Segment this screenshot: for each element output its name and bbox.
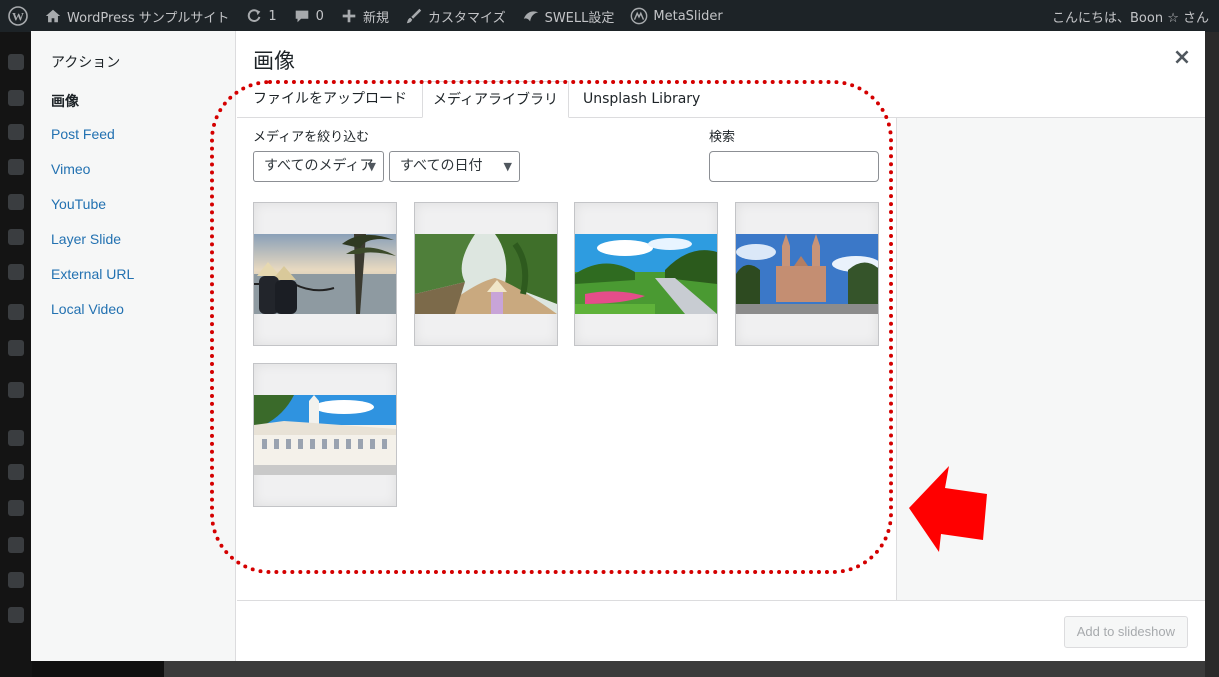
tab-unsplash-library[interactable]: Unsplash Library [573,81,710,118]
filter-label: メディアを絞り込む [253,130,370,145]
park-garden-image [575,234,717,314]
paintbrush-icon [8,464,24,480]
swell-swoosh-icon [523,11,538,22]
site-name-link[interactable]: WordPress サンプルサイト [36,0,237,32]
chevron-down-icon: ▼ [367,160,376,173]
paintbrush-icon [406,8,422,24]
media-icon [8,124,24,140]
cathedral-image [736,234,878,314]
menu-item-youtube[interactable]: YouTube [51,196,106,212]
swell-label: SWELL設定 [544,10,615,26]
pin-icon [8,430,24,446]
attachment-thumbnail[interactable] [414,202,558,346]
svg-text:W: W [12,10,24,24]
media-modal: アクション 画像 Post Feed Vimeo YouTube Layer S… [31,31,1205,661]
frame-title: 画像 [253,49,295,73]
sidebar-footer-behind [32,660,164,677]
admin-bar: W WordPress サンプルサイト 1 0 新規 カスタマイズ SWELL設… [0,0,1219,32]
menu-item-layer-slide[interactable]: Layer Slide [51,231,121,247]
red-arrow-icon [909,466,987,552]
customize-label: カスタマイズ [427,10,506,26]
search-input[interactable] [709,151,879,182]
attachments-browser: メディアを絞り込む すべてのメディア ▼ すべての日付 ▼ 検索 [237,118,896,600]
media-type-value: すべてのメディア [264,158,374,174]
menu-item-post-feed[interactable]: Post Feed [51,126,115,142]
wordpress-logo-icon[interactable]: W [0,0,36,32]
tab-upload-files[interactable]: ファイルをアップロード [243,81,417,118]
tab-media-library[interactable]: メディアライブラリ [422,81,570,118]
overlay-right-edge [1205,32,1219,677]
media-toolbar: Add to slideshow [237,600,1205,661]
metaslider-icon [631,7,648,25]
swoosh-icon [8,382,24,398]
comment-icon [295,10,308,23]
wrench-icon [8,537,24,553]
date-value: すべての日付 [400,158,483,174]
page-behind-overlay [164,660,1219,677]
updates-link[interactable]: 1 [237,0,284,32]
site-name: WordPress サンプルサイト [67,10,230,26]
dashboard-icon [8,54,24,70]
media-type-select[interactable]: すべてのメディア ▼ [253,151,384,182]
pages-icon [8,159,24,175]
attachment-thumbnail[interactable] [253,202,397,346]
close-icon[interactable]: × [1169,45,1195,71]
router-tabs: ファイルをアップロード メディアライブラリ Unsplash Library [237,81,1205,118]
ad-icon [8,304,24,320]
menu-item-external-url[interactable]: External URL [51,266,134,282]
media-frame-menu: アクション 画像 Post Feed Vimeo YouTube Layer S… [31,31,236,661]
attachment-thumbnail[interactable] [735,202,879,346]
beach-hats-image [254,234,396,314]
grid-icon [8,264,24,280]
city-hall-image [254,395,396,475]
refresh-icon [248,9,261,22]
new-content-link[interactable]: 新規 [332,0,397,32]
menu-item-vimeo[interactable]: Vimeo [51,161,90,177]
metaslider-link[interactable]: MetaSlider [622,0,730,32]
settings-icon [8,572,24,588]
refresh-icon [8,607,24,623]
comments-count: 0 [315,8,324,24]
search-label: 検索 [709,130,736,145]
chevron-down-icon: ▼ [503,160,512,173]
new-label: 新規 [362,10,389,26]
date-select[interactable]: すべての日付 ▼ [389,151,520,182]
menu-item-image[interactable]: 画像 [51,91,79,111]
swell-settings-link[interactable]: SWELL設定 [514,0,623,32]
page-icon [8,229,24,245]
menu-heading: アクション [51,54,121,70]
account-greeting[interactable]: こんにちは、Boon ☆ さん [1044,0,1219,32]
comments-icon [8,194,24,210]
box-icon [8,340,24,356]
updates-count: 1 [268,8,277,24]
tropical-path-image [415,234,557,314]
menu-item-local-video[interactable]: Local Video [51,301,124,317]
add-to-slideshow-button[interactable]: Add to slideshow [1063,616,1188,648]
metaslider-label: MetaSlider [653,8,723,24]
plus-icon [342,9,356,23]
admin-sidebar [0,32,32,677]
attachment-thumbnail[interactable] [253,363,397,507]
attachment-thumbnail[interactable] [574,202,718,346]
user-icon [8,500,24,516]
pin-icon [8,90,24,106]
comments-link[interactable]: 0 [285,0,332,32]
customize-link[interactable]: カスタマイズ [397,0,514,32]
home-icon [45,9,61,23]
